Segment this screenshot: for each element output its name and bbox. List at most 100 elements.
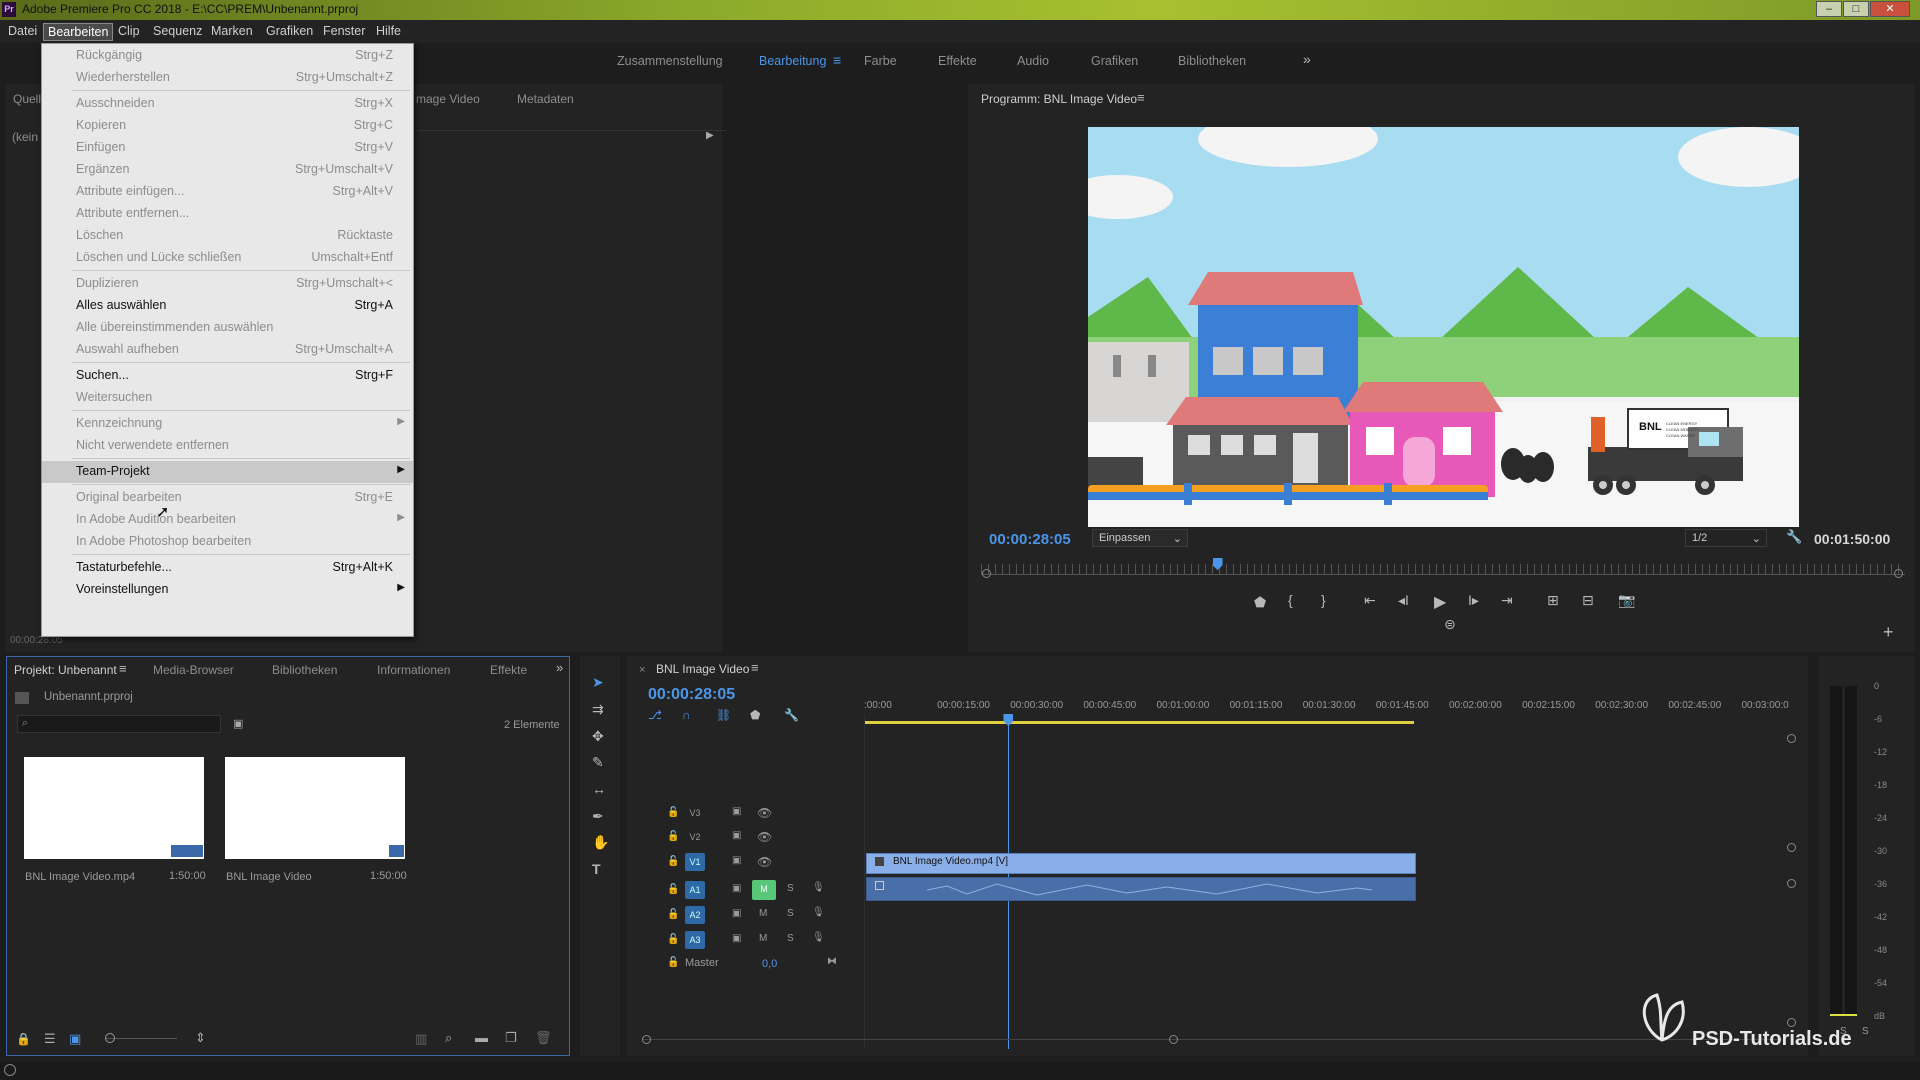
zoom-slider[interactable] <box>105 1038 177 1039</box>
microphone-icon[interactable]: 🎙 <box>812 907 825 918</box>
icon-view-icon[interactable]: ▣ <box>69 1031 81 1047</box>
track-label-a2[interactable]: A2 <box>685 906 705 924</box>
maximize-button[interactable]: □ <box>1843 1 1869 17</box>
h-scroll-right[interactable] <box>1169 1035 1178 1044</box>
track-label-v2[interactable]: V2 <box>685 828 705 846</box>
solo-button-a2[interactable]: S <box>787 908 794 919</box>
snap-magnet-icon[interactable]: ∩ <box>682 708 691 722</box>
timeline-ruler[interactable]: :00:00 00:00:15:00 00:00:30:00 00:00:45:00 0… <box>864 700 1789 714</box>
sync-lock-icon[interactable]: ▣ <box>732 883 741 894</box>
menu-hilfe[interactable]: Hilfe <box>372 23 405 39</box>
eye-icon[interactable]: 👁 <box>757 806 772 820</box>
horizontal-scrollbar[interactable] <box>642 1039 1782 1040</box>
zoom-handle-right[interactable] <box>1894 569 1903 578</box>
sync-lock-icon[interactable]: ▣ <box>732 830 741 841</box>
edit-menu-item[interactable]: In Adobe Audition bearbeiten ▶ <box>42 509 413 531</box>
menu-datei[interactable]: Datei <box>4 23 41 39</box>
minimize-button[interactable]: – <box>1816 1 1842 17</box>
track-label-a3[interactable]: A3 <box>685 931 705 949</box>
add-marker-icon[interactable]: ⬟ <box>1254 594 1266 611</box>
zoom-handle-left[interactable] <box>982 569 991 578</box>
vertical-scroll-bottom[interactable] <box>1787 1018 1796 1027</box>
thumbnail-clip[interactable] <box>24 757 204 859</box>
go-to-out-icon[interactable]: ⇥ <box>1501 592 1513 609</box>
go-to-in-icon[interactable]: ⇤ <box>1364 592 1376 609</box>
workspace-menu-icon[interactable]: ≡ <box>833 52 841 68</box>
edit-menu-item[interactable]: Tastaturbefehle... Strg+Alt+K <box>42 557 413 579</box>
sequence-menu-icon[interactable]: ≡ <box>751 660 759 675</box>
menu-grafiken[interactable]: Grafiken <box>262 23 317 39</box>
status-icon[interactable] <box>4 1064 16 1076</box>
project-search-input[interactable]: ⌕ <box>17 715 221 733</box>
program-menu-icon[interactable]: ≡ <box>1137 90 1145 105</box>
sort-icon[interactable]: ⇕ <box>195 1030 206 1046</box>
h-scroll-left[interactable] <box>642 1035 651 1044</box>
microphone-icon[interactable]: 🎙 <box>812 932 825 943</box>
item-name[interactable]: BNL Image Video.mp4 <box>25 871 135 883</box>
step-back-icon[interactable]: ◂I <box>1398 592 1409 609</box>
workspace-bibliotheken[interactable]: Bibliotheken <box>1178 54 1246 68</box>
edit-menu-item[interactable]: Nicht verwendete entfernen <box>42 435 413 457</box>
thumbnail-sequence[interactable] <box>225 757 405 859</box>
project-menu-icon[interactable]: ≡ <box>119 661 127 676</box>
expand-arrow-icon[interactable]: ▶ <box>706 130 714 141</box>
close-sequence-icon[interactable]: × <box>639 664 645 676</box>
menu-sequenz[interactable]: Sequenz <box>149 23 206 39</box>
audio-clip[interactable] <box>866 877 1416 901</box>
edit-menu-item[interactable]: Einfügen Strg+V <box>42 137 413 159</box>
pen-tool-icon[interactable]: ✒ <box>592 808 604 825</box>
more-workspaces-icon[interactable]: » <box>1303 51 1311 67</box>
work-area-bar[interactable] <box>864 721 1414 724</box>
menu-fenster[interactable]: Fenster <box>319 23 369 39</box>
program-ruler[interactable] <box>981 564 1905 574</box>
delete-icon[interactable]: 🗑 <box>535 1030 552 1046</box>
track-label-a1[interactable]: A1 <box>685 881 705 899</box>
vertical-scroll-lower[interactable] <box>1787 879 1796 888</box>
fit-dropdown[interactable]: Einpassen ⌄ <box>1092 529 1188 547</box>
edit-menu-item[interactable]: Suchen... Strg+F <box>42 365 413 387</box>
workspace-audio[interactable]: Audio <box>1017 54 1049 68</box>
step-forward-icon[interactable]: I▸ <box>1468 592 1479 609</box>
resolution-dropdown[interactable]: 1/2 ⌄ <box>1685 529 1767 547</box>
slip-tool-icon[interactable]: ↔ <box>592 781 606 797</box>
solo-button-a3[interactable]: S <box>787 933 794 944</box>
sync-lock-icon[interactable]: ▣ <box>732 908 741 919</box>
media-browser-tab[interactable]: Media-Browser <box>153 663 234 677</box>
lock-icon[interactable]: 🔓 <box>667 957 679 968</box>
razor-tool-icon[interactable]: ✎ <box>592 754 604 771</box>
menu-bearbeiten[interactable]: Bearbeiten <box>43 23 114 41</box>
libraries-tab[interactable]: Bibliotheken <box>272 663 337 677</box>
microphone-icon[interactable]: 🎙 <box>812 882 825 893</box>
timeline-settings-icon[interactable]: 🔧 <box>784 708 799 722</box>
wrench-icon[interactable]: 🔧 <box>1786 529 1802 545</box>
mute-button-a1[interactable]: M <box>752 880 776 900</box>
edit-menu-item[interactable]: Voreinstellungen ▶ <box>42 579 413 601</box>
lock-icon[interactable]: 🔓 <box>667 831 679 842</box>
edit-menu-item[interactable]: Weitersuchen <box>42 387 413 409</box>
edit-menu-item[interactable]: Team-Projekt ▶ <box>42 461 413 483</box>
edit-menu-item[interactable]: Kennzeichnung ▶ <box>42 413 413 435</box>
vertical-scroll-mid[interactable] <box>1787 843 1796 852</box>
workspace-zusammenstellung[interactable]: Zusammenstellung <box>617 54 723 68</box>
hand-tool-icon[interactable]: ✋ <box>592 834 609 851</box>
info-tab[interactable]: Informationen <box>377 663 450 677</box>
workspace-grafiken[interactable]: Grafiken <box>1091 54 1138 68</box>
solo-right[interactable]: S <box>1862 1026 1869 1037</box>
item-name[interactable]: BNL Image Video <box>226 871 312 883</box>
mark-in-icon[interactable]: { <box>1288 592 1293 608</box>
close-button[interactable]: ✕ <box>1870 1 1910 17</box>
edit-menu-item[interactable]: Ausschneiden Strg+X <box>42 93 413 115</box>
sequence-tab[interactable]: BNL Image Video <box>656 662 749 676</box>
export-frame-icon[interactable]: 📷 <box>1618 592 1635 609</box>
menu-clip[interactable]: Clip <box>114 23 144 39</box>
zoom-slider-handle[interactable] <box>105 1033 115 1043</box>
play-icon[interactable]: ▶ <box>1434 592 1446 612</box>
selection-tool-icon[interactable]: ➤ <box>592 674 604 691</box>
workspace-farbe[interactable]: Farbe <box>864 54 897 68</box>
lock-icon[interactable]: 🔓 <box>667 856 679 867</box>
new-search-bin-icon[interactable]: ▣ <box>233 717 243 730</box>
project-tab[interactable]: Projekt: Unbenannt <box>14 663 117 677</box>
effects-tab[interactable]: Effekte <box>490 663 527 677</box>
edit-menu-item[interactable]: Attribute einfügen... Strg+Alt+V <box>42 181 413 203</box>
eye-icon[interactable]: 👁 <box>757 830 772 844</box>
